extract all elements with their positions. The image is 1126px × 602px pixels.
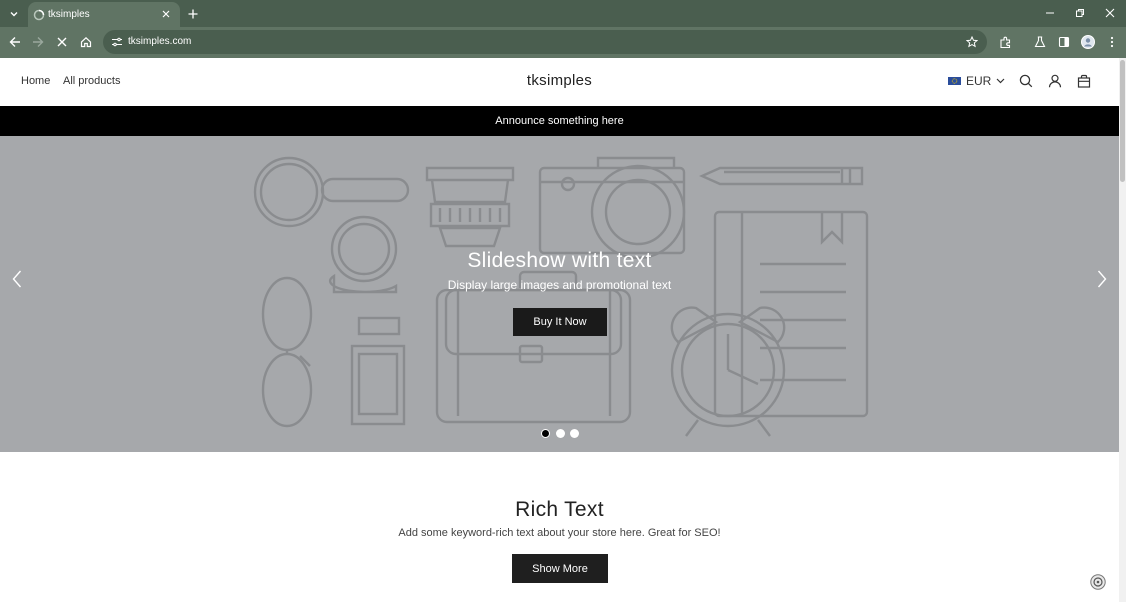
chevron-down-icon (995, 76, 1005, 86)
home-icon[interactable] (77, 33, 95, 51)
slide-heading: Slideshow with text (467, 249, 652, 272)
forward-arrow-icon[interactable] (29, 33, 47, 51)
slide-dot-2[interactable] (556, 429, 565, 438)
extensions-puzzle-icon[interactable] (996, 33, 1014, 51)
rich-text-section: Rich Text Add some keyword-rich text abo… (0, 452, 1119, 602)
currency-selector[interactable]: EUR (948, 73, 1005, 89)
page-scrollbar[interactable] (1119, 58, 1126, 602)
side-panel-icon[interactable] (1055, 33, 1073, 51)
store-header: Home All products tksimples EUR (0, 58, 1119, 106)
address-bar[interactable]: tksimples.com (103, 30, 987, 54)
chat-widget-icon[interactable] (1090, 574, 1106, 590)
tab-strip: tksimples (0, 0, 1126, 27)
web-page: Home All products tksimples EUR Announce… (0, 58, 1119, 602)
slide-subheading: Display large images and promotional tex… (447, 278, 672, 292)
slide-next-chevron-icon[interactable] (1095, 270, 1109, 288)
show-more-button[interactable]: Show More (512, 554, 608, 583)
rich-text-title: Rich Text (515, 498, 604, 521)
buy-it-now-button[interactable]: Buy It Now (513, 308, 607, 336)
minimize-icon[interactable] (1041, 5, 1059, 21)
cart-bag-icon[interactable] (1076, 73, 1092, 89)
site-info-tune-icon[interactable] (109, 34, 125, 50)
window-close-icon[interactable] (1101, 5, 1119, 21)
rich-text-body: Add some keyword-rich text about your st… (398, 527, 721, 539)
back-arrow-icon[interactable] (6, 33, 24, 51)
url-text: tksimples.com (128, 36, 192, 47)
profile-avatar-icon[interactable] (1079, 33, 1097, 51)
slide-background-illustration (253, 156, 869, 437)
tab-search-chevron-icon[interactable] (3, 4, 25, 23)
search-icon[interactable] (1018, 73, 1034, 89)
currency-label: EUR (966, 74, 992, 88)
browser-toolbar: tksimples.com (0, 27, 1126, 58)
account-user-icon[interactable] (1047, 73, 1063, 89)
browser-menu-kebab-icon[interactable] (1103, 33, 1121, 51)
slide-dot-3[interactable] (570, 429, 579, 438)
bookmark-star-icon[interactable] (963, 33, 981, 51)
tab-title: tksimples (48, 9, 90, 20)
announcement-text: Announce something here (495, 115, 624, 127)
stop-loading-icon[interactable] (53, 33, 71, 51)
labs-flask-icon[interactable] (1031, 33, 1049, 51)
announcement-bar: Announce something here (0, 106, 1119, 136)
tab-tksimples[interactable]: tksimples (28, 2, 180, 27)
slide-prev-chevron-icon[interactable] (10, 270, 24, 288)
new-tab-plus-icon[interactable] (184, 5, 202, 23)
restore-icon[interactable] (1071, 5, 1089, 21)
loading-spinner-icon (33, 8, 45, 21)
tab-close-icon[interactable] (159, 7, 173, 21)
hero-slideshow: Slideshow with text Display large images… (0, 136, 1119, 452)
slide-dot-1[interactable] (541, 429, 550, 438)
slide-dots (540, 429, 582, 439)
scrollbar-thumb[interactable] (1120, 60, 1125, 182)
eu-flag-icon (948, 77, 961, 85)
